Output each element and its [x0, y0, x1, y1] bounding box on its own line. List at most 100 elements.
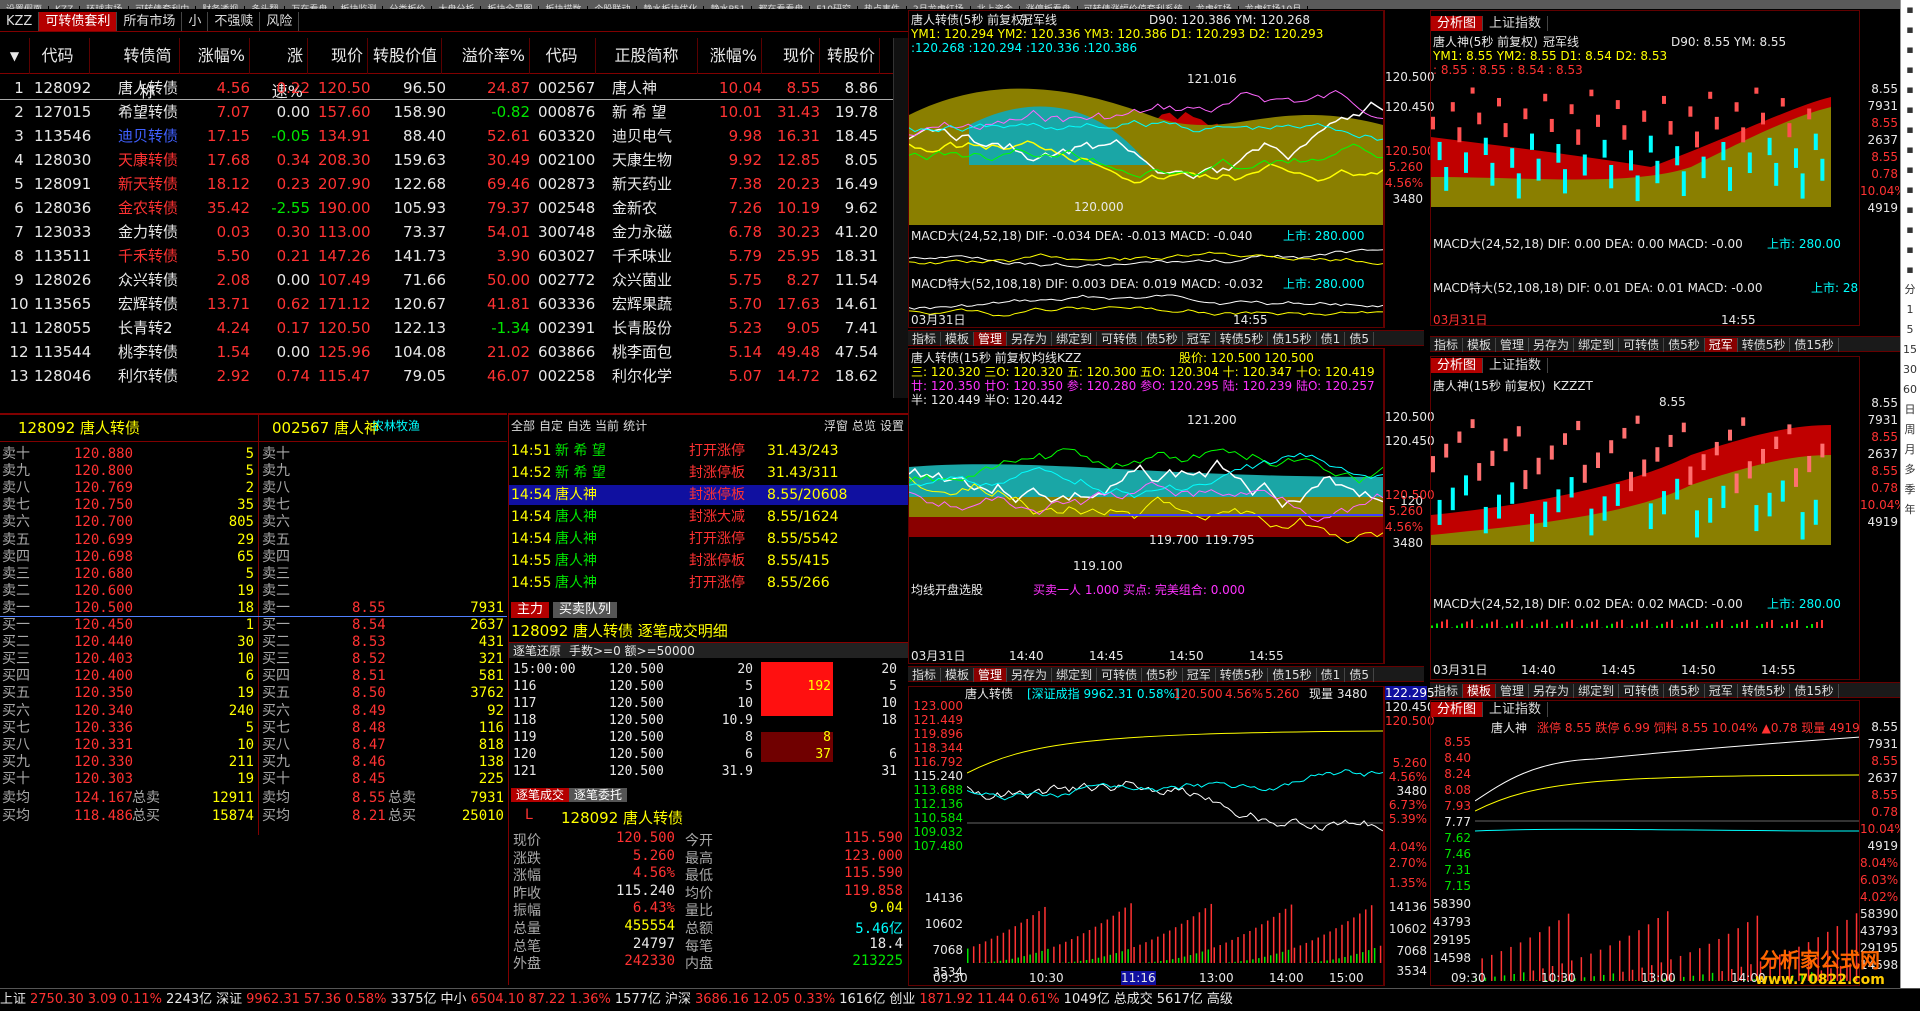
- toolbar-button[interactable]: 可转债: [1619, 338, 1665, 352]
- toolbar-button[interactable]: 可转债: [1097, 332, 1143, 346]
- period-button[interactable]: 年: [1901, 500, 1919, 520]
- top-tab[interactable]: 万在看盘: [285, 6, 335, 9]
- toolbar-button[interactable]: 债15秒: [1790, 338, 1839, 352]
- column-header[interactable]: 正股简称: [600, 38, 698, 74]
- period-button[interactable]: 30: [1901, 360, 1919, 380]
- toolbar-button[interactable]: 债5秒: [1142, 332, 1183, 346]
- sub-tab[interactable]: 可转债套利: [39, 12, 118, 31]
- top-tab[interactable]: 龙虎红场: [1190, 6, 1239, 9]
- top-tab[interactable]: 个股联动: [588, 6, 638, 9]
- table-row[interactable]: 12 113544 桃李转债 1.54 0.00 125.96 104.08 21.02 603…: [0, 340, 893, 364]
- top-tab[interactable]: 可转债涨幅价值套利系统: [1078, 6, 1190, 9]
- main-force-tab[interactable]: 主力: [511, 602, 550, 618]
- tick-tool[interactable]: 浮窗: [824, 419, 848, 433]
- top-tab[interactable]: 热点事件: [858, 6, 907, 9]
- period-button[interactable]: 周: [1901, 420, 1919, 440]
- toolbar-button[interactable]: 另存为: [1529, 338, 1575, 352]
- toolbar-button[interactable]: 绑定到: [1574, 684, 1620, 698]
- sidebar-icon[interactable]: ▪: [1901, 0, 1919, 20]
- sort-toggle-icon[interactable]: ▼: [0, 38, 30, 74]
- period-button[interactable]: 月: [1901, 440, 1919, 460]
- top-tab[interactable]: 静水板块优化: [637, 6, 705, 9]
- table-row[interactable]: 13 128046 利尔转债 2.92 0.74 115.47 79.05 46.07 0022…: [0, 364, 893, 388]
- toolbar-button[interactable]: 债5秒: [1664, 338, 1705, 352]
- tick-row[interactable]: 14:55 唐人神 打开涨停 8.55/266: [509, 573, 909, 593]
- period-button[interactable]: 15: [1901, 340, 1919, 360]
- top-tab[interactable]: 涨停板看盘: [1020, 6, 1078, 9]
- toolbar-button[interactable]: 债1: [1316, 332, 1346, 346]
- toolbar-button[interactable]: 债5秒: [1142, 668, 1183, 682]
- table-row[interactable]: 5 128091 新天转债 18.12 0.23 207.90 122.68 69.46 002…: [0, 172, 893, 196]
- sidebar-icon[interactable]: ▪: [1901, 100, 1919, 120]
- toolbar-button[interactable]: 债15秒: [1268, 668, 1317, 682]
- toolbar-button[interactable]: 转债5秒: [1737, 338, 1791, 352]
- toolbar-button[interactable]: 绑定到: [1574, 338, 1620, 352]
- column-header[interactable]: 涨幅%: [188, 38, 250, 74]
- top-tab[interactable]: 板块描数: [539, 6, 589, 9]
- table-row[interactable]: 3 113546 迪贝转债 17.15 -0.05 134.91 88.40 52.61 603…: [0, 124, 893, 148]
- tick-row[interactable]: 14:54 唐人神 封涨大减 8.55/1624: [509, 507, 909, 527]
- toolbar-button[interactable]: 管理: [1496, 338, 1530, 352]
- queue-tab[interactable]: 买卖队列: [553, 602, 618, 618]
- sidebar-icon[interactable]: ▪: [1901, 260, 1919, 280]
- top-tab[interactable]: 财务透视: [196, 6, 246, 9]
- chart-tab[interactable]: 上证指数: [1483, 16, 1549, 31]
- tick-row[interactable]: 14:54 唐人神 打开涨停 8.55/5542: [509, 529, 909, 549]
- table-scrollbar[interactable]: [893, 38, 908, 398]
- tick-row[interactable]: 14:55 唐人神 封涨停板 8.55/415: [509, 551, 909, 571]
- tick-row[interactable]: 14:54 唐人神 封涨停板 8.55/20608: [509, 485, 909, 505]
- period-button[interactable]: 1: [1901, 300, 1919, 320]
- tick-tab[interactable]: 当前: [595, 419, 619, 433]
- tick-tool[interactable]: 总览: [852, 419, 876, 433]
- top-tab[interactable]: 设置假面: [0, 6, 50, 9]
- sidebar-icon[interactable]: ▪: [1901, 40, 1919, 60]
- toolbar-button[interactable]: 冠军: [1182, 332, 1216, 346]
- toolbar-button[interactable]: 债5: [1345, 332, 1374, 346]
- tick-row[interactable]: 14:52 新 希 望 封涨停板 31.43/311: [509, 463, 909, 483]
- toolbar-button[interactable]: 冠军: [1182, 668, 1216, 682]
- sidebar-icon[interactable]: ▪: [1901, 140, 1919, 160]
- toolbar-button[interactable]: 模板: [1463, 684, 1497, 698]
- sidebar-icon[interactable]: ▪: [1901, 20, 1919, 40]
- chart-canvas[interactable]: [967, 703, 1383, 973]
- top-tab[interactable]: 多头翻: [245, 6, 286, 9]
- chart-tab[interactable]: 分析图: [1431, 702, 1484, 717]
- top-tab[interactable]: KZZ: [49, 6, 81, 9]
- chart-tab[interactable]: 上证指数: [1483, 702, 1549, 717]
- column-header[interactable]: 涨速%: [258, 38, 308, 101]
- toolbar-button[interactable]: 债1: [1316, 668, 1346, 682]
- column-header[interactable]: 转债简称: [120, 38, 180, 101]
- sidebar-icon[interactable]: ▪: [1901, 120, 1919, 140]
- top-tab[interactable]: 大盘分析: [432, 6, 482, 9]
- chart-canvas[interactable]: [1431, 77, 1831, 207]
- period-button[interactable]: 60: [1901, 380, 1919, 400]
- tick-tool[interactable]: 设置: [880, 419, 904, 433]
- toolbar-button[interactable]: 绑定到: [1052, 332, 1098, 346]
- column-header[interactable]: 代码: [30, 38, 90, 74]
- column-header[interactable]: 溢价率%: [446, 38, 530, 74]
- toolbar-button[interactable]: 债15秒: [1790, 684, 1839, 698]
- toolbar-button[interactable]: 债15秒: [1268, 332, 1317, 346]
- period-button[interactable]: 5: [1901, 320, 1919, 340]
- chart-tab[interactable]: 上证指数: [1483, 358, 1549, 373]
- toolbar-button[interactable]: 债5秒: [1664, 684, 1705, 698]
- toolbar-button[interactable]: 指标: [1430, 338, 1464, 352]
- sidebar-icon[interactable]: ▪: [1901, 180, 1919, 200]
- period-button[interactable]: 分: [1901, 280, 1919, 300]
- sidebar-icon[interactable]: ▪: [1901, 80, 1919, 100]
- period-button[interactable]: 季: [1901, 480, 1919, 500]
- column-header[interactable]: 代码: [532, 38, 596, 74]
- top-tab[interactable]: 2月龙虎红场: [907, 6, 971, 9]
- table-row[interactable]: 4 128030 天康转债 17.68 0.34 208.30 159.63 30.49 002…: [0, 148, 893, 172]
- chart-canvas[interactable]: [909, 291, 1383, 321]
- table-row[interactable]: 11 128055 长青转2 4.24 0.17 120.50 122.13 -1.34 002…: [0, 316, 893, 340]
- top-tab[interactable]: 龙虎红场10月: [1239, 6, 1309, 9]
- toolbar-button[interactable]: 管理: [1496, 684, 1530, 698]
- toolbar-button[interactable]: 另存为: [1007, 332, 1053, 346]
- tick-row[interactable]: 14:51 新 希 望 打开涨停 31.43/243: [509, 441, 909, 461]
- toolbar-button[interactable]: 另存为: [1529, 684, 1575, 698]
- sub-tab[interactable]: 不强赎: [208, 12, 261, 31]
- column-header[interactable]: 现价: [766, 38, 820, 74]
- toolbar-button[interactable]: 管理: [974, 668, 1008, 682]
- period-button[interactable]: 日: [1901, 400, 1919, 420]
